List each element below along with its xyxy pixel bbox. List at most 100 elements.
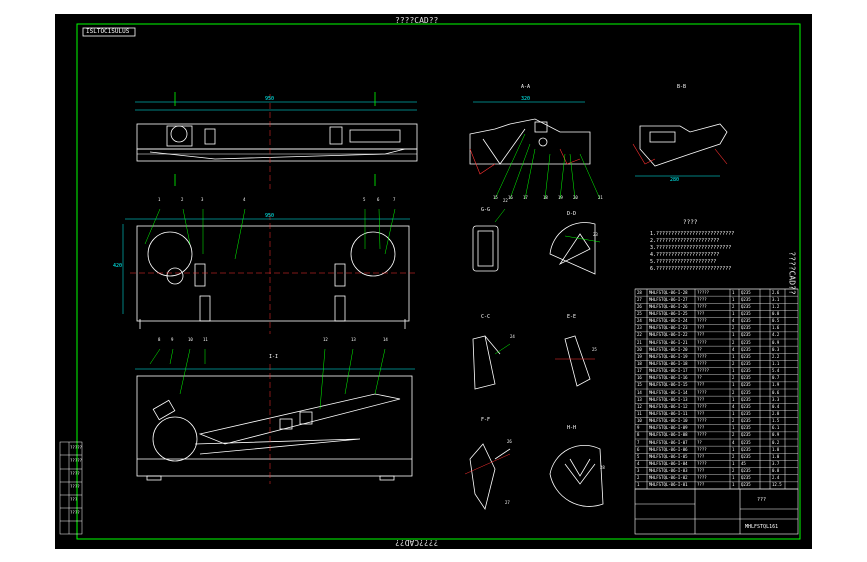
- view-label-dd: D-D: [567, 211, 577, 217]
- bom-cell: MHLFSTQL-06-I-06: [649, 446, 688, 452]
- bom-cell: 28: [637, 289, 642, 295]
- bom-cell: MHLFSTQL-06-I-12: [649, 403, 688, 409]
- bom-cell: MHLFSTQL-06-I-18: [649, 360, 688, 366]
- bom-cell: 2.6: [772, 289, 780, 295]
- bom-cell: 1: [732, 460, 735, 466]
- title-block-project: ???: [757, 497, 767, 503]
- bom-cell: 1.6: [772, 325, 780, 331]
- bom-cell: MHLFSTQL-06-I-04: [649, 460, 688, 466]
- bom-cell: ???: [697, 310, 705, 316]
- bom-cell: 3.1: [772, 296, 780, 302]
- bom-cell: Q235: [741, 382, 751, 388]
- bom-cell: 2: [732, 432, 735, 438]
- bom-cell: 26: [637, 303, 642, 309]
- bom-cell: Q235: [741, 296, 751, 302]
- drawing-title-bottom: ????CAD??: [395, 538, 439, 547]
- bom-cell: 2: [732, 418, 735, 424]
- bom-cell: Q235: [741, 289, 751, 295]
- bom-cell: ????: [697, 446, 707, 452]
- bom-cell: 14: [637, 389, 642, 395]
- part-balloon: 15: [493, 195, 498, 200]
- tech-note: 2.?????????????????????: [650, 238, 720, 244]
- bom-cell: ????: [697, 432, 707, 438]
- bom-cell: Q235: [741, 410, 751, 416]
- bom-cell: 17: [637, 368, 642, 374]
- bom-cell: 45: [741, 460, 746, 466]
- bom-cell: 10: [637, 418, 642, 424]
- bom-cell: ???: [697, 382, 705, 388]
- bom-cell: Q235: [741, 439, 751, 445]
- detail-view-ee: [555, 335, 595, 387]
- bom-cell: 1: [732, 310, 735, 316]
- bom-cell: Q235: [741, 318, 751, 324]
- detail-view-1: [472, 208, 506, 272]
- bom-cell: 2: [732, 375, 735, 381]
- bom-cell: 3.7: [772, 460, 780, 466]
- bom-cell: 9: [637, 425, 640, 431]
- bom-cell: 0.6: [772, 389, 780, 395]
- bom-cell: MHLFSTQL-06-I-24: [649, 318, 688, 324]
- part-balloon: 14: [383, 337, 388, 342]
- bom-cell: 3: [637, 468, 640, 474]
- bom-cell: MHLFSTQL-06-I-15: [649, 382, 688, 388]
- bom-cell: MHLFSTQL-06-I-02: [649, 475, 688, 481]
- part-balloon: 20: [573, 195, 578, 200]
- bom-cell: Q235: [741, 346, 751, 352]
- bom-cell: 2: [637, 475, 640, 481]
- part-balloon: 21: [598, 195, 603, 200]
- part-balloon: 17: [523, 195, 528, 200]
- part-balloon: 25: [592, 347, 597, 352]
- bom-cell: 1: [732, 446, 735, 452]
- bom-cell: MHLFSTQL-06-I-07: [649, 439, 688, 445]
- bom-cell: Q235: [741, 332, 751, 338]
- bom-cell: Q235: [741, 353, 751, 359]
- part-balloon: 19: [558, 195, 563, 200]
- bom-cell: 21: [637, 339, 642, 345]
- bom-cell: 2: [732, 453, 735, 459]
- bom-cell: 1.8: [772, 446, 780, 452]
- bom-cell: 1: [732, 289, 735, 295]
- part-balloon: 28: [600, 465, 605, 470]
- bom-cell: ???: [697, 468, 705, 474]
- bom-cell: Q235: [741, 475, 751, 481]
- part-balloon: 3: [201, 197, 204, 202]
- part-balloon: 16: [508, 195, 513, 200]
- bom-cell: Q235: [741, 310, 751, 316]
- view-label-gg: G-G: [481, 207, 491, 213]
- side-elevation-view: [135, 92, 418, 189]
- bom-cell: 0.5: [772, 318, 780, 324]
- left-table-cell: ????: [70, 471, 80, 476]
- bom-cell: ????: [697, 403, 707, 409]
- bom-cell: Q235: [741, 339, 751, 345]
- bom-cell: ??: [697, 375, 702, 381]
- part-balloon: 9: [171, 337, 174, 342]
- bom-cell: ???: [697, 453, 705, 459]
- bom-cell: ????: [697, 475, 707, 481]
- part-balloon: 8: [158, 337, 161, 342]
- bom-cell: 4: [732, 346, 735, 352]
- bom-cell: 12.5: [772, 482, 782, 488]
- bom-cell: 1: [732, 368, 735, 374]
- left-table-cell: ????: [70, 510, 80, 515]
- tech-requirements-title: ????: [683, 219, 698, 226]
- bom-cell: 0.8: [772, 468, 780, 474]
- bom-cell: ????: [697, 389, 707, 395]
- bom-cell: MHLFSTQL-06-I-01: [649, 482, 688, 488]
- bom-cell: 0.9: [772, 339, 780, 345]
- view-label-bb: B-B: [677, 84, 687, 90]
- part-balloon: 1: [158, 197, 161, 202]
- part-balloon: 27: [505, 500, 510, 505]
- bom-cell: 1.5: [772, 418, 780, 424]
- part-balloon: 5: [363, 197, 366, 202]
- bom-cell: Q235: [741, 482, 751, 488]
- bom-cell: MHLFSTQL-06-I-25: [649, 310, 688, 316]
- bom-cell: 27: [637, 296, 642, 302]
- bom-cell: Q235: [741, 418, 751, 424]
- bom-cell: ?????: [697, 368, 710, 374]
- bom-cell: ????: [697, 339, 707, 345]
- bom-cell: ???: [697, 332, 705, 338]
- bom-cell: Q235: [741, 303, 751, 309]
- bom-cell: 1: [732, 482, 735, 488]
- bom-cell: 2.2: [772, 353, 780, 359]
- bom-cell: ?????: [697, 289, 710, 295]
